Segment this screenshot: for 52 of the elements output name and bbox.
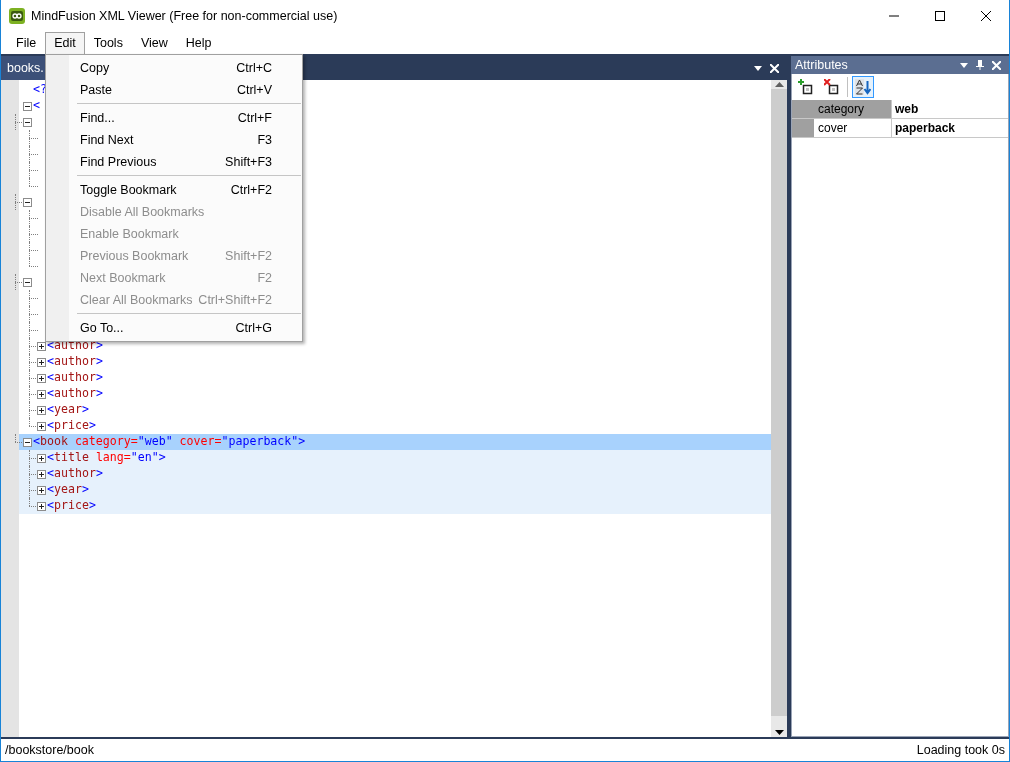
shortcut-label: Ctrl+F2: [230, 181, 272, 199]
attribute-name[interactable]: category: [814, 100, 892, 118]
menu-entry-label: Find...: [80, 109, 115, 127]
shortcut-label: Ctrl+G: [235, 319, 272, 337]
menu-entry-label: Next Bookmark: [80, 269, 166, 287]
menu-entry-label: Toggle Bookmark: [80, 181, 177, 199]
xml-node-text[interactable]: <price>: [47, 417, 96, 435]
menu-entry-label: Copy: [80, 59, 110, 77]
menu-entry[interactable]: Go To... Ctrl+G: [46, 317, 302, 339]
attribute-name[interactable]: cover: [814, 119, 892, 137]
xml-node-text[interactable]: <price>: [47, 497, 96, 515]
xml-node-text[interactable]: <author>: [47, 385, 103, 403]
window-title: MindFusion XML Viewer (Free for non-commercial use): [31, 7, 339, 25]
xml-node-text[interactable]: <author>: [47, 353, 103, 371]
menu-item[interactable]: Edit: [45, 32, 85, 54]
shortcut-label: Ctrl+C: [236, 59, 272, 77]
menu-entry-label: Find Next: [80, 131, 134, 149]
menu-entry-label: Disable All Bookmarks: [80, 203, 205, 221]
menu-item[interactable]: File: [7, 32, 46, 54]
attribute-value[interactable]: paperback: [892, 119, 1008, 137]
menu-entry[interactable]: Find Previous Shift+F3: [46, 151, 302, 173]
menu-entry[interactable]: Find... Ctrl+F: [46, 107, 302, 129]
shortcut-label: F3: [257, 131, 272, 149]
shortcut-label: Ctrl+V: [236, 81, 272, 99]
xml-node-text[interactable]: <author>: [47, 465, 103, 483]
menu-entry-label: Clear All Bookmarks: [80, 291, 193, 309]
panel-title: Attributes: [795, 56, 849, 74]
menu-entry[interactable]: Paste Ctrl+V: [46, 79, 302, 101]
shortcut-label: F2: [257, 269, 272, 287]
shortcut-label: Shift+F2: [225, 247, 272, 265]
menu-item[interactable]: Tools: [84, 32, 132, 54]
menu-entry-label: Go To...: [80, 319, 124, 337]
menu-entry-label: Paste: [80, 81, 112, 99]
menu-entry[interactable]: Toggle Bookmark Ctrl+F2: [46, 179, 302, 201]
xml-node-text[interactable]: <book category="web" cover="paperback">: [33, 433, 306, 451]
shortcut-label: Shift+F3: [225, 153, 272, 171]
xml-node-text[interactable]: <: [33, 97, 40, 115]
xml-node-text[interactable]: <title lang="en">: [47, 449, 166, 467]
status-message: Loading took 0s: [916, 741, 1005, 759]
menu-item[interactable]: Help: [176, 32, 221, 54]
shortcut-label: Ctrl+F: [237, 109, 272, 127]
xml-node-text[interactable]: <year>: [47, 401, 89, 419]
menu-entry-label: Find Previous: [80, 153, 157, 171]
shortcut-label: Ctrl+Shift+F2: [198, 291, 272, 309]
status-path: /bookstore/book: [5, 741, 94, 759]
xml-node-text[interactable]: <year>: [47, 481, 89, 499]
menu-entry-label: Previous Bookmark: [80, 247, 189, 265]
attribute-value[interactable]: web: [892, 100, 1008, 118]
xml-node-text[interactable]: <author>: [47, 369, 103, 387]
menu-entry-label: Enable Bookmark: [80, 225, 179, 243]
menu-entry[interactable]: Find Next F3: [46, 129, 302, 151]
menu-item[interactable]: View: [131, 32, 177, 54]
